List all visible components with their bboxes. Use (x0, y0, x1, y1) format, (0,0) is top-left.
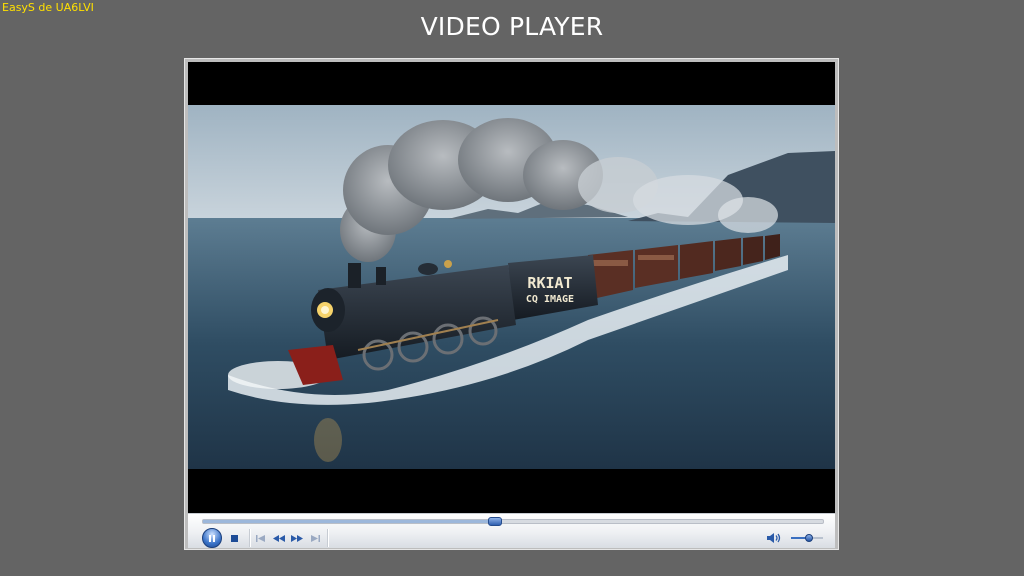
rewind-icon (273, 534, 285, 542)
separator (249, 529, 251, 547)
page-title: VIDEO PLAYER (420, 12, 604, 41)
seek-fill (203, 520, 495, 523)
seek-bar[interactable] (202, 517, 824, 526)
rewind-button[interactable] (272, 533, 286, 543)
speaker-icon (767, 533, 781, 543)
volume-slider[interactable] (791, 534, 823, 542)
pause-icon (209, 534, 215, 542)
seek-thumb[interactable] (488, 517, 503, 526)
mute-button[interactable] (766, 532, 782, 544)
skip-next-icon (311, 534, 320, 542)
tender-text-line1: RKIAT (527, 274, 572, 292)
next-button[interactable] (308, 533, 322, 543)
stop-button[interactable] (229, 533, 239, 543)
previous-button[interactable] (254, 533, 268, 543)
video-image: RKIAT CQ IMAGE (188, 105, 835, 469)
fast-forward-icon (291, 534, 303, 542)
skip-previous-icon (256, 534, 265, 542)
play-pause-button[interactable] (202, 528, 222, 548)
video-frame[interactable]: RKIAT CQ IMAGE (188, 105, 835, 469)
stop-icon (230, 534, 238, 542)
video-player: RKIAT CQ IMAGE (184, 58, 839, 550)
control-bar (188, 513, 835, 548)
tender-text-line2: CQ IMAGE (526, 294, 574, 305)
separator (327, 529, 329, 547)
fast-forward-button[interactable] (290, 533, 304, 543)
volume-thumb[interactable] (804, 534, 813, 542)
video-screen[interactable]: RKIAT CQ IMAGE (188, 62, 835, 513)
